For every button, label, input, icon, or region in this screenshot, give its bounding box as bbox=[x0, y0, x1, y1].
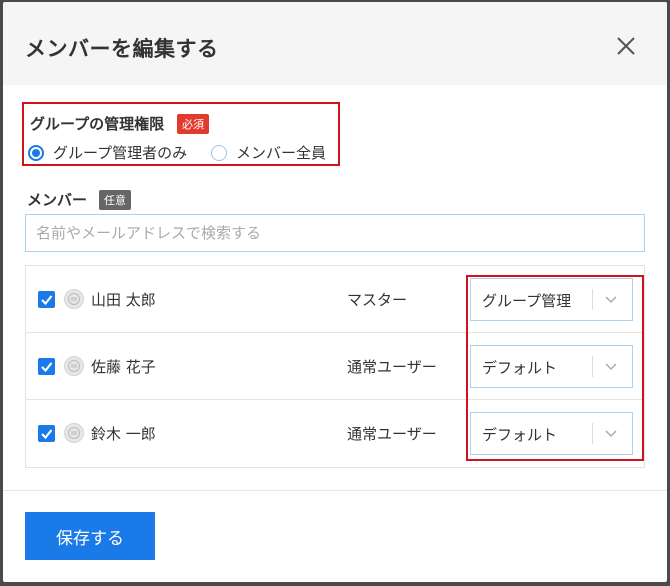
select-divider bbox=[592, 356, 593, 377]
member-name: 佐藤 花子 bbox=[91, 358, 156, 376]
radio-all-members-label: メンバー全員 bbox=[236, 144, 327, 162]
radio-all-members[interactable]: メンバー全員 bbox=[211, 142, 326, 163]
member-row: 佐藤 花子 通常ユーザー デフォルト bbox=[26, 333, 644, 400]
checkmark-icon bbox=[41, 295, 53, 306]
permission-label: グループの管理権限 bbox=[30, 115, 165, 133]
member-row: 山田 太郎 マスター グループ管理 bbox=[26, 266, 644, 333]
checkmark-icon bbox=[41, 362, 53, 373]
permission-select[interactable]: デフォルト bbox=[470, 412, 633, 455]
member-name: 山田 太郎 bbox=[91, 291, 156, 309]
permission-select-value: デフォルト bbox=[482, 426, 558, 444]
member-search-input[interactable] bbox=[25, 214, 645, 252]
member-row: 鈴木 一郎 通常ユーザー デフォルト bbox=[26, 400, 644, 467]
radio-admins-only[interactable]: グループ管理者のみ bbox=[28, 142, 187, 163]
avatar bbox=[64, 289, 84, 309]
avatar bbox=[64, 356, 84, 376]
save-button[interactable]: 保存する bbox=[25, 512, 155, 560]
member-list: 山田 太郎 マスター グループ管理 佐藤 花子 通常ユーザー デフォルト 鈴木 … bbox=[25, 265, 645, 468]
chevron-down-icon bbox=[604, 361, 618, 371]
radio-admins-only-label: グループ管理者のみ bbox=[53, 144, 188, 162]
close-icon bbox=[617, 37, 635, 55]
dialog-title: メンバーを編集する bbox=[25, 37, 219, 61]
footer-divider bbox=[3, 490, 667, 491]
optional-badge: 任意 bbox=[99, 190, 131, 210]
member-checkbox[interactable] bbox=[38, 425, 55, 442]
permission-select-value: グループ管理 bbox=[482, 292, 572, 310]
chevron-down-icon bbox=[604, 294, 618, 304]
member-name: 鈴木 一郎 bbox=[91, 425, 156, 443]
radio-unselected-icon bbox=[211, 144, 227, 161]
required-badge: 必須 bbox=[177, 114, 209, 134]
radio-selected-icon bbox=[28, 144, 44, 161]
member-checkbox[interactable] bbox=[38, 291, 55, 308]
avatar bbox=[64, 423, 84, 443]
dialog-header: メンバーを編集する bbox=[3, 2, 667, 85]
member-role: マスター bbox=[347, 291, 408, 309]
permission-select[interactable]: デフォルト bbox=[470, 345, 633, 388]
permission-section: グループの管理権限 必須 グループ管理者のみ メンバー全員 bbox=[22, 102, 340, 166]
checkmark-icon bbox=[41, 429, 53, 440]
avatar-icon bbox=[68, 360, 80, 372]
permission-select[interactable]: グループ管理 bbox=[470, 278, 633, 321]
chevron-down-icon bbox=[604, 428, 618, 438]
avatar-icon bbox=[68, 293, 80, 305]
member-role: 通常ユーザー bbox=[347, 358, 437, 376]
select-divider bbox=[592, 423, 593, 444]
members-label: メンバー bbox=[27, 191, 88, 209]
member-checkbox[interactable] bbox=[38, 358, 55, 375]
close-button[interactable] bbox=[615, 35, 637, 57]
select-divider bbox=[592, 289, 593, 310]
avatar-icon bbox=[68, 427, 80, 439]
permission-select-value: デフォルト bbox=[482, 359, 558, 377]
edit-members-dialog: メンバーを編集する グループの管理権限 必須 グループ管理者のみ メンバー全員 … bbox=[3, 2, 667, 582]
member-role: 通常ユーザー bbox=[347, 425, 437, 443]
